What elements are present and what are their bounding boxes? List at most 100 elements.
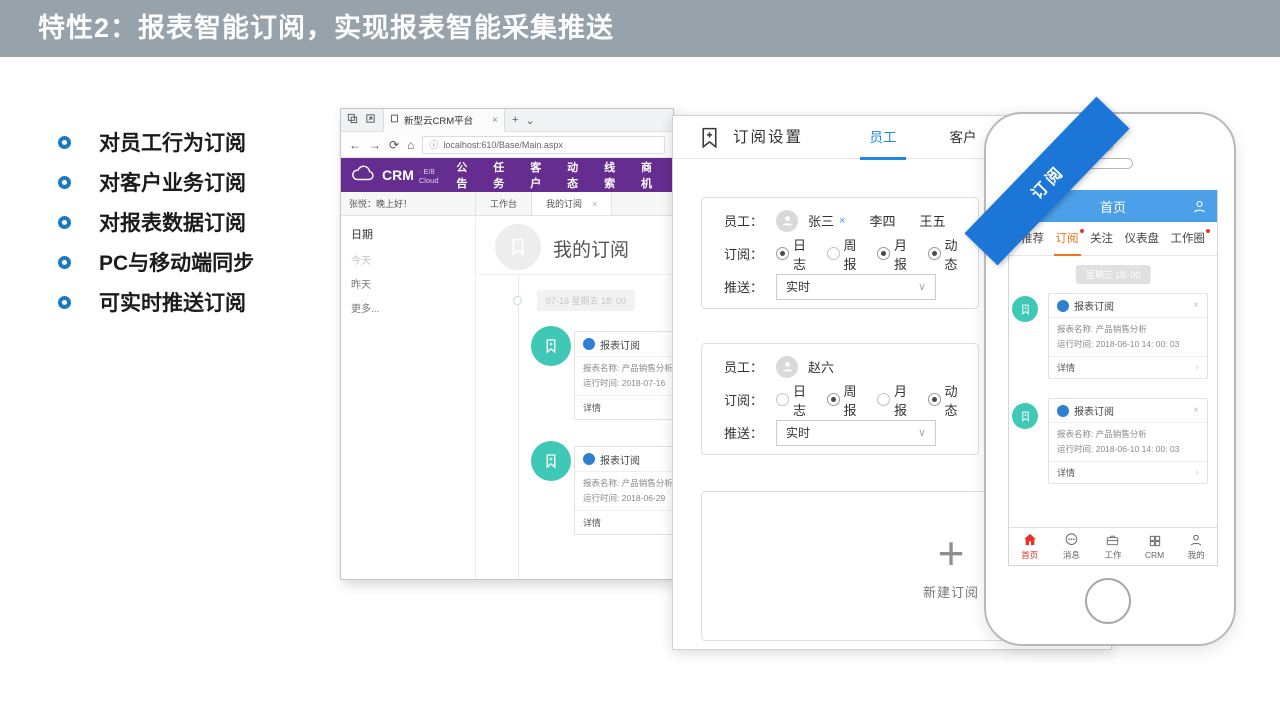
- subscription-badge-icon: [1012, 296, 1038, 322]
- forward-icon[interactable]: →: [369, 138, 381, 152]
- card-header: 报表订阅: [575, 447, 674, 472]
- radio-option-dynamic[interactable]: 动态: [928, 381, 964, 419]
- nav-item-tasks[interactable]: 任务: [493, 159, 515, 191]
- subscription-badge-icon: [531, 441, 571, 481]
- timeline-node: [513, 296, 522, 305]
- bullet-item: 对员工行为订阅: [58, 122, 254, 162]
- push-row: 推送： 实时 ∨: [702, 270, 978, 303]
- report-icon: [1057, 300, 1069, 312]
- tab-my-subscriptions[interactable]: 我的订阅 ×: [531, 192, 612, 215]
- tab-workbench[interactable]: 工作台: [476, 192, 531, 215]
- tab-subscription[interactable]: 订阅: [1056, 222, 1079, 256]
- card-title: 报表订阅: [1074, 298, 1114, 313]
- nav-item-feed[interactable]: 动态: [567, 159, 589, 191]
- radio-icon[interactable]: [877, 393, 890, 406]
- sidebar-item-today[interactable]: 今天: [351, 252, 475, 267]
- radio-option-monthly[interactable]: 月报: [877, 381, 913, 419]
- plus-icon: +: [938, 532, 965, 574]
- detail-link[interactable]: 详情: [575, 510, 674, 534]
- radio-icon[interactable]: [776, 247, 789, 260]
- close-subtab-icon[interactable]: ×: [592, 199, 597, 209]
- back-icon[interactable]: ←: [349, 138, 361, 152]
- subscribe-row: 订阅： 日志 周报 月报 动态: [702, 383, 978, 416]
- close-icon[interactable]: ×: [1193, 405, 1199, 416]
- new-tab-button[interactable]: +: [512, 114, 518, 126]
- sidebar-item-yesterday[interactable]: 昨天: [351, 276, 475, 291]
- contacts-icon[interactable]: [1192, 199, 1207, 214]
- avatar: [776, 356, 798, 378]
- subscription-form: 员工： 赵六 订阅： 日志 周报 月报: [701, 343, 979, 455]
- nav-me[interactable]: 我的: [1175, 528, 1217, 565]
- phone-home-button[interactable]: [1085, 578, 1131, 624]
- crm-brand: CRM: [382, 167, 414, 183]
- timeline-line: [518, 275, 519, 579]
- panel-title: 订阅设置: [733, 116, 803, 159]
- nav-work[interactable]: 工作: [1092, 528, 1134, 565]
- bullet-text: 可实时推送订阅: [99, 287, 246, 317]
- tab-menu-icon[interactable]: ⌄: [525, 114, 534, 127]
- nav-messages[interactable]: 消息: [1051, 528, 1093, 565]
- employee-row: 员工： 赵六: [702, 350, 978, 383]
- radio-option-weekly[interactable]: 周报: [827, 381, 863, 419]
- tab-actions-icon[interactable]: [365, 113, 376, 127]
- nav-crm[interactable]: CRM: [1134, 528, 1176, 565]
- home-icon[interactable]: ⌂: [407, 138, 414, 152]
- crm-subheader: 张悦：晚上好！ 工作台 我的订阅 ×: [341, 192, 673, 216]
- timeline-date: 07-16 星期五 18: 00: [537, 290, 635, 311]
- radio-icon[interactable]: [877, 247, 890, 260]
- slide: 特性2：报表智能订阅，实现报表智能采集推送 对员工行为订阅 对客户业务订阅 对报…: [0, 0, 1280, 720]
- radio-icon[interactable]: [928, 393, 941, 406]
- nav-item-announcement[interactable]: 公告: [456, 159, 478, 191]
- detail-link[interactable]: 详情 ›: [1049, 462, 1207, 483]
- card-body: 报表名称: 产品销售分析 运行时间: 2018-06-10 14: 00: 03: [1049, 423, 1207, 462]
- employee-chip: 李四: [869, 211, 895, 230]
- tabs-list-icon[interactable]: [347, 113, 358, 127]
- nav-home[interactable]: 首页: [1009, 528, 1051, 565]
- tab-employee[interactable]: 员工: [855, 116, 911, 159]
- bullet-icon: [58, 136, 71, 149]
- employee-chip: 赵六: [808, 357, 834, 376]
- report-icon: [583, 338, 595, 350]
- tab-dashboard[interactable]: 仪表盘: [1125, 222, 1160, 256]
- radio-option-daily[interactable]: 日志: [776, 235, 812, 273]
- tab-following[interactable]: 关注: [1090, 222, 1113, 256]
- refresh-icon[interactable]: ⟳: [389, 138, 399, 152]
- bullet-text: PC与移动端同步: [99, 247, 254, 277]
- sidebar-title: 日期: [351, 226, 475, 242]
- browser-tab[interactable]: 新型云CRM平台 ×: [383, 109, 505, 132]
- greeting-text: 张悦：晚上好！: [341, 192, 476, 215]
- detail-link[interactable]: 详情: [575, 395, 674, 419]
- radio-option-daily[interactable]: 日志: [776, 381, 812, 419]
- address-bar[interactable]: ⓘ localhost:610/Base/Main.aspx: [422, 136, 665, 154]
- radio-icon[interactable]: [928, 247, 941, 260]
- push-select[interactable]: 实时 ∨: [776, 274, 936, 300]
- nav-item-opportunities[interactable]: 商机: [641, 159, 663, 191]
- chevron-down-icon: ∨: [918, 280, 926, 293]
- radio-option-weekly[interactable]: 周报: [827, 235, 863, 273]
- nav-item-leads[interactable]: 线索: [604, 159, 626, 191]
- remove-employee-icon[interactable]: ×: [839, 215, 845, 227]
- avatar: [776, 210, 798, 232]
- report-icon: [1057, 405, 1069, 417]
- radio-option-dynamic[interactable]: 动态: [928, 235, 964, 273]
- push-select[interactable]: 实时 ∨: [776, 420, 936, 446]
- radio-icon[interactable]: [776, 393, 789, 406]
- sidebar-item-more[interactable]: 更多...: [351, 300, 475, 315]
- run-time: 运行时间: 2018-06-10 14: 00: 03: [1057, 442, 1199, 457]
- run-time: 运行时间: 2018-07-16: [583, 376, 674, 391]
- tab-customer[interactable]: 客户: [935, 116, 991, 159]
- close-tab-icon[interactable]: ×: [492, 115, 498, 126]
- detail-link[interactable]: 详情 ›: [1049, 357, 1207, 378]
- subscription-card: 报表订阅 报表名称: 产品销售分析 运行时间: 2018-07-16 详情: [574, 331, 674, 420]
- page-favicon: [390, 114, 399, 126]
- radio-option-monthly[interactable]: 月报: [877, 235, 913, 273]
- card-title: 报表订阅: [600, 452, 640, 467]
- subscription-badge-icon: [531, 326, 571, 366]
- bullet-item: 可实时推送订阅: [58, 282, 254, 322]
- nav-item-customers[interactable]: 客户: [530, 159, 552, 191]
- card-header: 报表订阅 ×: [1049, 399, 1207, 423]
- radio-icon[interactable]: [827, 247, 840, 260]
- close-icon[interactable]: ×: [1193, 300, 1199, 311]
- tab-workcircle[interactable]: 工作圈: [1171, 222, 1206, 256]
- radio-icon[interactable]: [827, 393, 840, 406]
